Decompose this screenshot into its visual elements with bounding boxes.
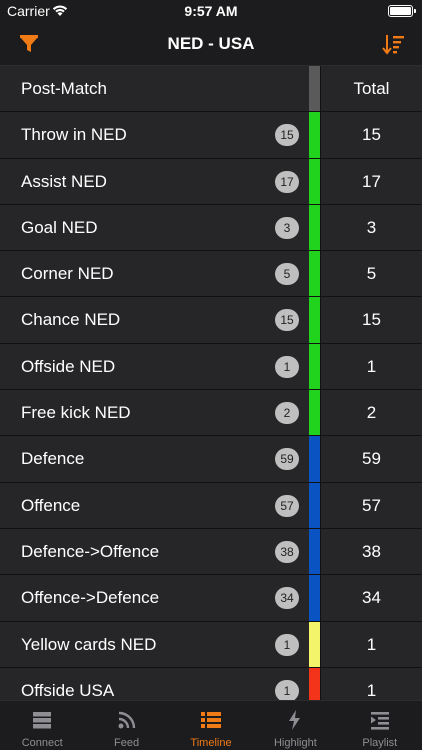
row-label: Throw in NED <box>21 125 127 145</box>
row-total: 38 <box>362 541 381 561</box>
sort-icon[interactable] <box>380 31 406 57</box>
tab-timeline[interactable]: Timeline <box>169 701 253 750</box>
category-color-bar <box>309 482 320 528</box>
row-label: Yellow cards NED <box>21 634 157 654</box>
row-total: 15 <box>362 310 381 330</box>
count-badge: 1 <box>275 633 299 656</box>
header-total: Total <box>353 79 390 98</box>
tab-feed-label: Feed <box>114 737 140 749</box>
table-row[interactable]: Defence 59 59 <box>0 436 422 483</box>
row-label: Assist NED <box>21 171 107 191</box>
row-label: Offside NED <box>21 356 116 376</box>
category-color-bar <box>309 204 320 251</box>
category-color-bar <box>309 390 320 436</box>
category-color-bar <box>309 528 320 575</box>
table-row[interactable]: Offence->Defence 34 34 <box>0 575 422 622</box>
row-label: Offence->Defence <box>21 588 160 608</box>
row-total: 3 <box>366 217 377 237</box>
count-badge: 38 <box>275 540 299 563</box>
clock: 9:57 AM <box>184 3 238 19</box>
bolt-icon <box>289 710 301 730</box>
category-color-bar <box>309 251 320 297</box>
tab-playlist[interactable]: Playlist <box>338 701 422 750</box>
status-bar: Carrier 9:57 AM <box>0 0 422 22</box>
row-label: Defence <box>21 449 85 469</box>
tab-playlist-label: Playlist <box>362 737 398 749</box>
table-row[interactable]: Offside USA 1 1 <box>0 667 422 700</box>
count-badge: 34 <box>275 587 299 610</box>
table-row[interactable]: Goal NED 3 3 <box>0 204 422 252</box>
count-badge: 1 <box>275 679 299 700</box>
row-total: 17 <box>362 171 381 191</box>
count-badge: 15 <box>275 309 299 332</box>
count-badge: 15 <box>275 124 299 147</box>
count-badge: 17 <box>275 170 299 193</box>
rss-icon <box>118 711 135 729</box>
playlist-icon <box>370 712 389 730</box>
category-color-bar <box>309 575 320 621</box>
row-total: 5 <box>366 264 377 284</box>
table-row[interactable]: Offside NED 1 1 <box>0 343 422 391</box>
tab-timeline-label: Timeline <box>190 737 232 749</box>
row-label: Chance NED <box>21 310 121 330</box>
navigation-bar: NED - USA <box>0 22 422 66</box>
table-row[interactable]: Yellow cards NED 1 1 <box>0 621 422 668</box>
row-label: Defence->Offence <box>21 541 160 561</box>
row-label: Goal NED <box>21 217 98 237</box>
row-label: Free kick NED <box>21 403 131 423</box>
table-row[interactable]: Defence->Offence 38 38 <box>0 528 422 576</box>
tab-bar: Connect Feed Timeline Highlight Playlist <box>0 700 422 750</box>
row-label: Offside USA <box>21 680 115 700</box>
count-badge: 3 <box>275 216 299 239</box>
table-row[interactable]: Corner NED 5 5 <box>0 251 422 298</box>
category-color-bar <box>309 436 320 482</box>
category-color-bar <box>309 112 320 158</box>
header-label: Post-Match <box>21 79 107 98</box>
count-badge: 5 <box>275 263 299 286</box>
count-badge: 2 <box>275 402 299 425</box>
page-title: NED - USA <box>167 34 255 53</box>
tab-highlight-label: Highlight <box>273 737 317 749</box>
tab-highlight[interactable]: Highlight <box>253 701 337 750</box>
count-badge: 57 <box>275 494 299 517</box>
category-color-bar <box>309 158 320 204</box>
row-total: 1 <box>366 356 377 376</box>
category-color-bar <box>309 343 320 390</box>
row-total: 2 <box>366 403 377 423</box>
row-total: 57 <box>362 495 381 515</box>
category-color-bar <box>309 297 320 343</box>
row-total: 59 <box>362 449 381 469</box>
category-color-bar <box>309 667 320 700</box>
row-total: 34 <box>362 588 381 608</box>
table-row[interactable]: Offence 57 57 <box>0 482 422 529</box>
count-badge: 1 <box>275 355 299 378</box>
row-total: 1 <box>366 634 377 654</box>
battery-icon <box>388 5 416 17</box>
header-color-bar <box>309 66 320 112</box>
table-row[interactable]: Free kick NED 2 2 <box>0 390 422 437</box>
table-header-row: Post-Match Total <box>0 66 422 113</box>
list-icon <box>200 712 221 728</box>
row-label: Corner NED <box>21 264 114 284</box>
row-label: Offence <box>21 495 81 515</box>
tab-connect[interactable]: Connect <box>0 701 84 750</box>
table-row[interactable]: Throw in NED 15 15 <box>0 112 422 159</box>
table-row[interactable]: Assist NED 17 17 <box>0 158 422 205</box>
count-badge: 59 <box>275 448 299 471</box>
table-row[interactable]: Chance NED 15 15 <box>0 297 422 344</box>
stats-table: Post-Match Total Throw in NED 15 15 Assist … <box>0 66 422 700</box>
row-total: 15 <box>362 125 381 145</box>
tab-feed[interactable]: Feed <box>84 701 168 750</box>
tab-connect-label: Connect <box>21 737 63 749</box>
server-icon <box>33 712 52 729</box>
row-total: 1 <box>366 680 377 700</box>
category-color-bar <box>309 621 320 667</box>
